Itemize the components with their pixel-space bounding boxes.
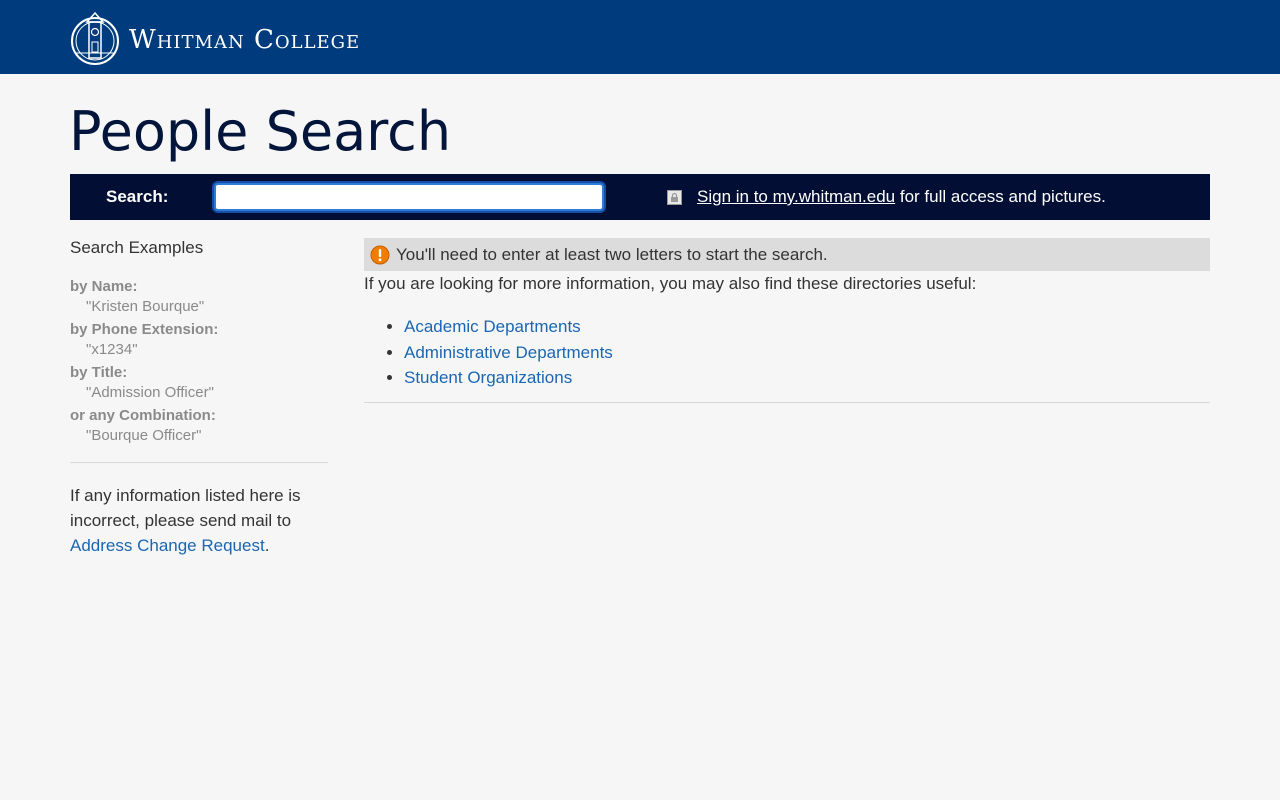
page-title: People Search bbox=[69, 100, 452, 163]
example-value: "Kristen Bourque" bbox=[86, 298, 205, 315]
list-item: Academic Departments bbox=[404, 314, 1210, 340]
lock-icon bbox=[667, 189, 682, 205]
correction-note: If any information listed here is incorr… bbox=[70, 483, 328, 558]
address-change-link[interactable]: Address Change Request bbox=[70, 536, 265, 555]
example-item: by Name: "Kristen Bourque" bbox=[70, 278, 328, 315]
college-seal-icon bbox=[70, 8, 120, 66]
notice-text: You'll need to enter at least two letter… bbox=[396, 244, 828, 264]
student-organizations-link[interactable]: Student Organizations bbox=[404, 368, 572, 387]
example-value: "x1234" bbox=[86, 341, 138, 358]
college-wordmark: Whitman College bbox=[129, 25, 361, 55]
academic-departments-link[interactable]: Academic Departments bbox=[404, 317, 581, 336]
college-logo[interactable]: Whitman College bbox=[70, 8, 360, 66]
correction-note-text: If any information listed here is incorr… bbox=[70, 486, 301, 530]
search-notice: You'll need to enter at least two letter… bbox=[364, 238, 1210, 271]
example-item: by Title: "Admission Officer" bbox=[70, 364, 328, 401]
example-label: by Name: bbox=[70, 278, 138, 295]
example-label: or any Combination: bbox=[70, 407, 216, 424]
example-item: or any Combination: "Bourque Officer" bbox=[70, 407, 328, 444]
example-label: by Title: bbox=[70, 364, 128, 381]
signin-suffix: for full access and pictures. bbox=[895, 187, 1106, 206]
example-value: "Bourque Officer" bbox=[86, 427, 202, 444]
example-value: "Admission Officer" bbox=[86, 384, 214, 401]
search-bar: Search: Sign in to my.whitman.edu for fu… bbox=[70, 174, 1210, 220]
site-header: Whitman College bbox=[0, 0, 1280, 74]
search-input[interactable] bbox=[214, 183, 604, 211]
example-label: by Phone Extension: bbox=[70, 321, 219, 338]
sidebar-divider bbox=[70, 462, 328, 463]
main-content: You'll need to enter at least two letter… bbox=[364, 238, 1210, 403]
signin-link[interactable]: Sign in to my.whitman.edu bbox=[697, 187, 895, 206]
list-item: Administrative Departments bbox=[404, 340, 1210, 366]
signin-message: Sign in to my.whitman.edu for full acces… bbox=[697, 187, 1106, 207]
warning-icon bbox=[370, 245, 390, 265]
directory-list: Academic Departments Administrative Depa… bbox=[364, 314, 1210, 391]
administrative-departments-link[interactable]: Administrative Departments bbox=[404, 343, 613, 362]
sidebar: Search Examples by Name: "Kristen Bourqu… bbox=[70, 238, 328, 558]
directories-intro: If you are looking for more information,… bbox=[364, 274, 977, 293]
correction-note-end: . bbox=[264, 536, 270, 555]
search-label: Search: bbox=[106, 187, 169, 206]
search-examples-heading: Search Examples bbox=[70, 238, 204, 257]
example-item: by Phone Extension: "x1234" bbox=[70, 321, 328, 358]
list-item: Student Organizations bbox=[404, 365, 1210, 391]
main-divider bbox=[364, 401, 1210, 403]
